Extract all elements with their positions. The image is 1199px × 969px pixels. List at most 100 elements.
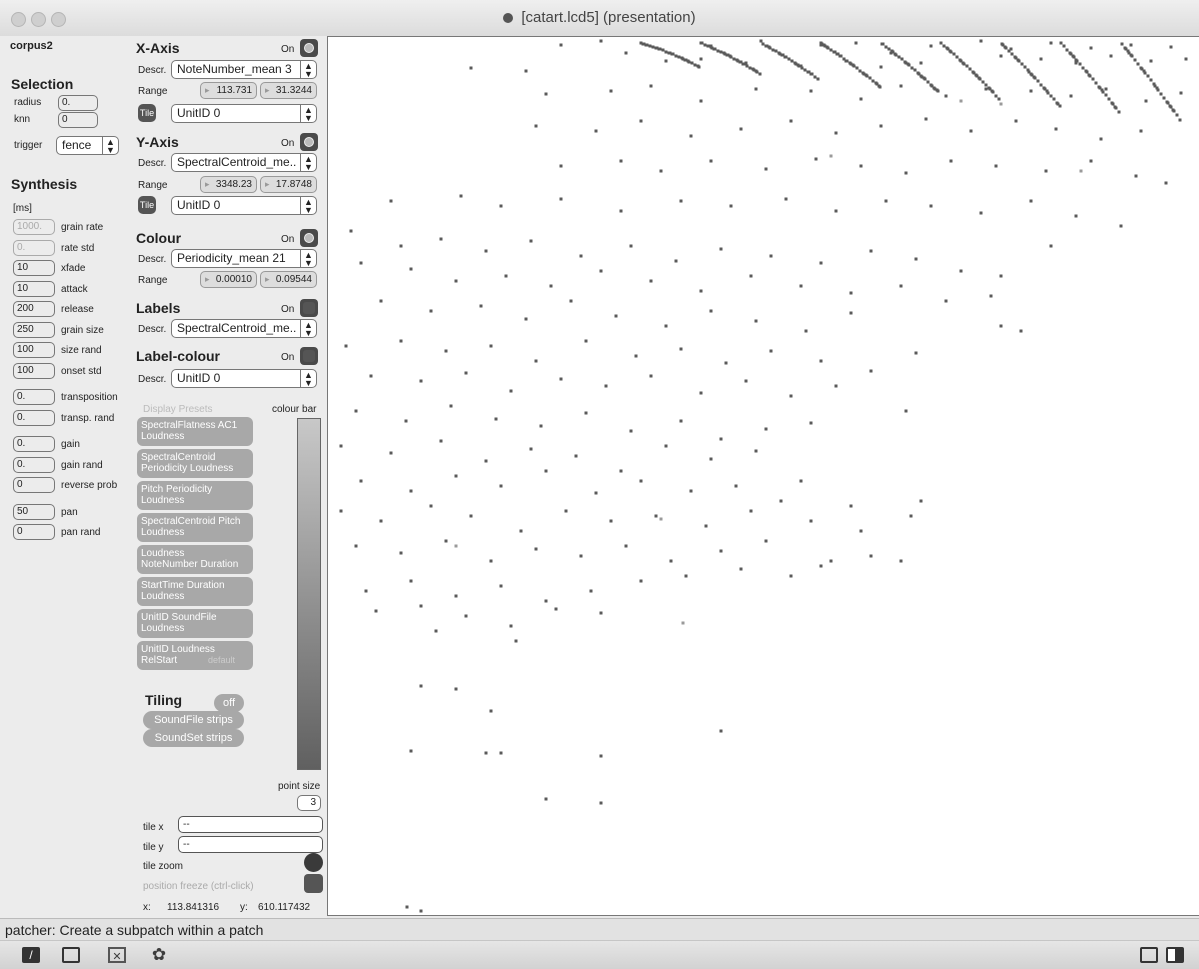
scatter-point[interactable] bbox=[409, 489, 413, 493]
scatter-point[interactable] bbox=[1059, 41, 1063, 45]
scatter-point[interactable] bbox=[1178, 118, 1182, 122]
scatter-point[interactable] bbox=[1055, 101, 1059, 105]
scatter-point[interactable] bbox=[374, 609, 378, 613]
scatter-point[interactable] bbox=[969, 129, 973, 133]
scatter-point[interactable] bbox=[544, 599, 548, 603]
scatter-point[interactable] bbox=[879, 124, 883, 128]
scatter-point[interactable] bbox=[790, 59, 794, 63]
scatter-point[interactable] bbox=[514, 639, 518, 643]
scatter-point[interactable] bbox=[579, 254, 583, 258]
scatter-point[interactable] bbox=[725, 53, 729, 57]
colour-descr-menu[interactable]: Periodicity_mean 21 ▲ ▼ bbox=[171, 249, 317, 268]
scatter-point[interactable] bbox=[359, 479, 363, 483]
scatter-point[interactable] bbox=[932, 86, 936, 90]
scatter-point[interactable] bbox=[981, 80, 985, 84]
edit-icon[interactable]: / bbox=[22, 947, 40, 963]
scatter-point[interactable] bbox=[979, 211, 983, 215]
scatter-point[interactable] bbox=[1107, 97, 1111, 101]
scatter-point[interactable] bbox=[679, 199, 683, 203]
scatter-point[interactable] bbox=[903, 60, 907, 64]
synth-param-value[interactable]: 50 bbox=[13, 503, 55, 520]
scatter-point[interactable] bbox=[1074, 214, 1078, 218]
scatter-point[interactable] bbox=[774, 49, 778, 53]
scatter-point[interactable] bbox=[874, 81, 878, 85]
scatter-plot[interactable] bbox=[328, 37, 1199, 917]
synth-param-value[interactable]: 0. bbox=[13, 389, 55, 405]
scatter-point[interactable] bbox=[1054, 127, 1058, 131]
scatter-point[interactable] bbox=[584, 411, 588, 415]
scatter-point[interactable] bbox=[732, 57, 736, 61]
scatter-point[interactable] bbox=[499, 204, 503, 208]
scatter-point[interactable] bbox=[1068, 51, 1072, 55]
scatter-point[interactable] bbox=[703, 43, 707, 47]
scatter-point[interactable] bbox=[419, 379, 423, 383]
scatter-point[interactable] bbox=[999, 274, 1003, 278]
x-tile-button[interactable]: Tile bbox=[138, 104, 156, 122]
scatter-point[interactable] bbox=[484, 459, 488, 463]
scatter-point[interactable] bbox=[739, 127, 743, 131]
scatter-point[interactable] bbox=[651, 45, 655, 49]
scatter-point[interactable] bbox=[349, 229, 353, 233]
scatter-point[interactable] bbox=[1019, 329, 1023, 333]
scatter-point[interactable] bbox=[659, 517, 663, 521]
scatter-point[interactable] bbox=[1099, 137, 1103, 141]
scatter-point[interactable] bbox=[609, 89, 613, 93]
scatter-point[interactable] bbox=[769, 349, 773, 353]
split-view-icon[interactable] bbox=[1140, 947, 1158, 963]
scatter-point[interactable] bbox=[754, 87, 758, 91]
scatter-point[interactable] bbox=[1155, 86, 1159, 90]
scatter-point[interactable] bbox=[1010, 52, 1014, 56]
scatter-point[interactable] bbox=[854, 41, 858, 45]
scatter-point[interactable] bbox=[494, 417, 498, 421]
scatter-plot-area[interactable] bbox=[327, 36, 1199, 916]
scatter-point[interactable] bbox=[1104, 87, 1108, 91]
scatter-point[interactable] bbox=[744, 61, 748, 65]
scatter-point[interactable] bbox=[764, 167, 768, 171]
scatter-point[interactable] bbox=[904, 409, 908, 413]
scatter-point[interactable] bbox=[789, 574, 793, 578]
scatter-point[interactable] bbox=[524, 69, 528, 73]
scatter-point[interactable] bbox=[664, 444, 668, 448]
scatter-point[interactable] bbox=[809, 519, 813, 523]
scatter-point[interactable] bbox=[869, 554, 873, 558]
y-descr-menu[interactable]: SpectralCentroid_me.. ▲ ▼ bbox=[171, 153, 317, 172]
scatter-point[interactable] bbox=[699, 99, 703, 103]
scatter-point[interactable] bbox=[690, 61, 694, 65]
scatter-point[interactable] bbox=[1169, 45, 1173, 49]
scatter-point[interactable] bbox=[748, 66, 752, 70]
scatter-point[interactable] bbox=[499, 584, 503, 588]
scatter-point[interactable] bbox=[439, 439, 443, 443]
scatter-point[interactable] bbox=[913, 68, 917, 72]
scatter-point[interactable] bbox=[793, 61, 797, 65]
scatter-point[interactable] bbox=[574, 454, 578, 458]
scatter-point[interactable] bbox=[569, 299, 573, 303]
scatter-point[interactable] bbox=[754, 449, 758, 453]
scatter-point[interactable] bbox=[1081, 66, 1085, 70]
synth-param-value[interactable]: 0. bbox=[13, 456, 55, 473]
scatter-point[interactable] bbox=[887, 47, 891, 51]
scatter-point[interactable] bbox=[838, 54, 842, 58]
scatter-point[interactable] bbox=[1089, 46, 1093, 50]
point-size-number[interactable]: 3 bbox=[297, 795, 321, 811]
radius-number[interactable]: 0. bbox=[58, 95, 98, 111]
scatter-point[interactable] bbox=[974, 73, 978, 77]
scatter-point[interactable] bbox=[900, 57, 904, 61]
scatter-point[interactable] bbox=[849, 504, 853, 508]
scatter-point[interactable] bbox=[879, 65, 883, 69]
scatter-point[interactable] bbox=[844, 59, 848, 63]
scatter-point[interactable] bbox=[987, 86, 991, 90]
tile-x-field[interactable]: -- bbox=[178, 816, 323, 833]
scatter-point[interactable] bbox=[999, 102, 1003, 106]
scatter-point[interactable] bbox=[935, 88, 939, 92]
scatter-point[interactable] bbox=[709, 457, 713, 461]
synth-param-value[interactable]: 100 bbox=[13, 362, 55, 379]
scatter-point[interactable] bbox=[716, 49, 720, 53]
y-range-max[interactable]: 17.8748 bbox=[260, 176, 317, 193]
scatter-point[interactable] bbox=[869, 369, 873, 373]
scatter-point[interactable] bbox=[849, 291, 853, 295]
display-preset-button[interactable]: Pitch Periodicity Loudness bbox=[137, 481, 253, 510]
scatter-point[interactable] bbox=[1104, 93, 1108, 97]
scatter-point[interactable] bbox=[1164, 181, 1168, 185]
scatter-point[interactable] bbox=[834, 209, 838, 213]
scatter-point[interactable] bbox=[534, 359, 538, 363]
